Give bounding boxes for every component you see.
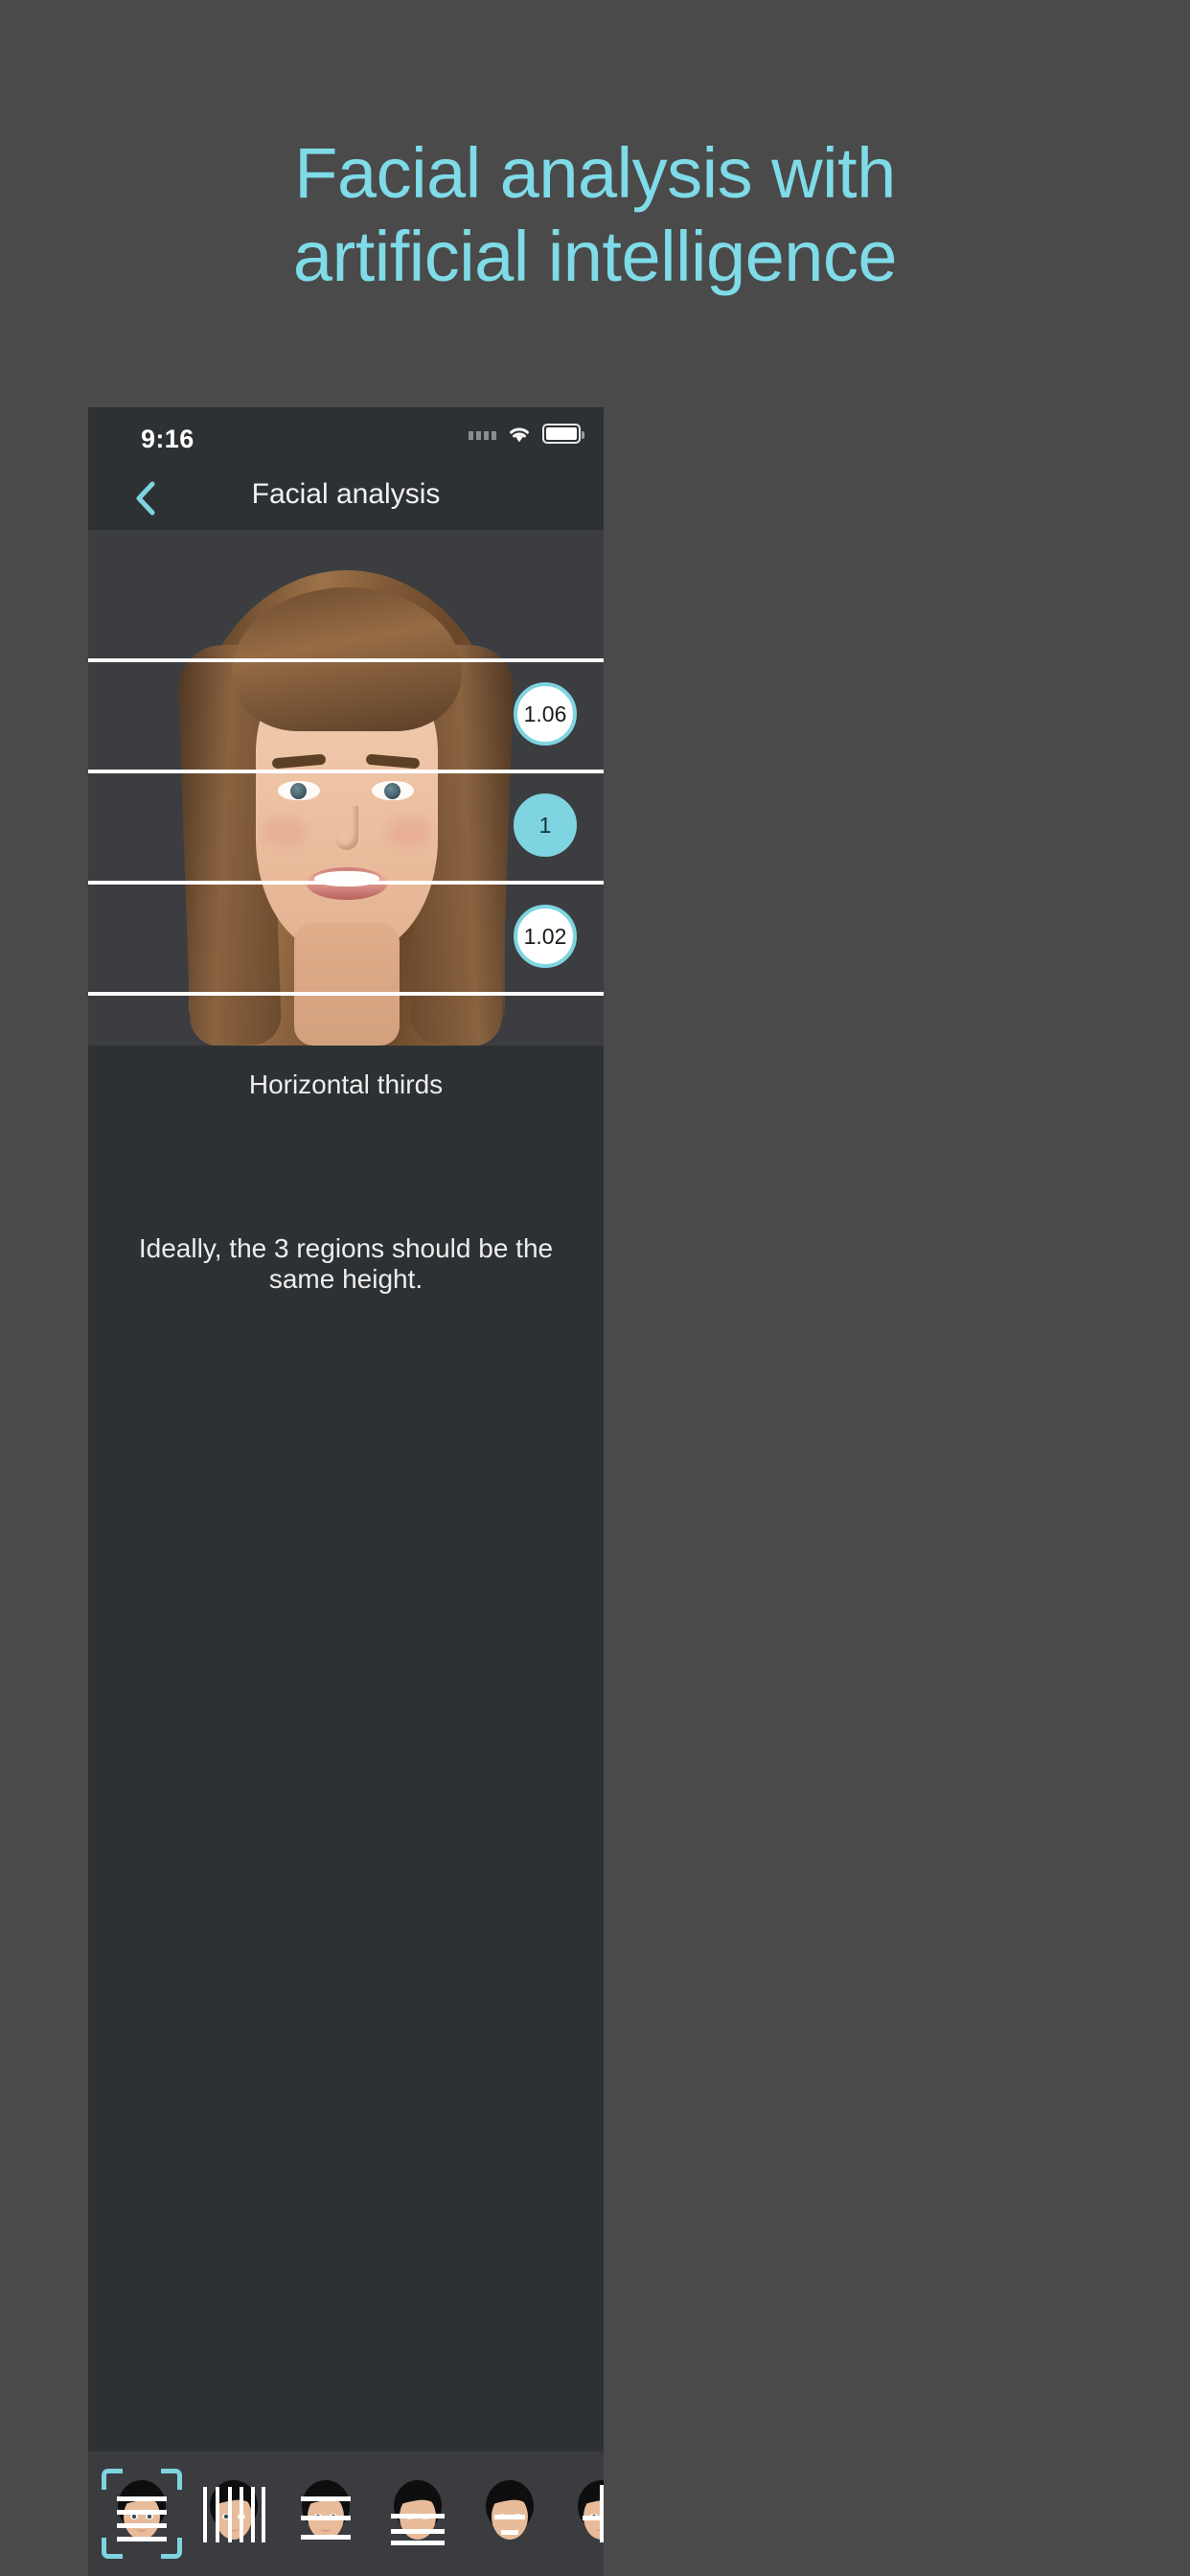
toolbar-item-horizontal-lines[interactable]: [280, 2461, 372, 2566]
face-midline-icon: [578, 2480, 604, 2542]
face-vertical-fifths-icon: [203, 2480, 265, 2542]
headline-line-1: Facial analysis with: [294, 133, 896, 213]
portrait-photo: [88, 530, 604, 1046]
wifi-icon: [510, 427, 529, 442]
selection-corner-icon: [102, 2538, 123, 2559]
guide-line-brow: [88, 770, 604, 773]
status-bar-time: 9:16: [141, 425, 195, 453]
toolbar-item-midline[interactable]: [556, 2461, 604, 2566]
selection-corner-icon: [161, 2538, 182, 2559]
toolbar-item-eye-mouth[interactable]: [464, 2461, 556, 2566]
metric-toolbar[interactable]: [88, 2451, 604, 2576]
facial-analysis-viewport[interactable]: 1.06 1 1.02: [88, 530, 604, 1046]
guide-line-chin: [88, 992, 604, 996]
face-lower-thirds-icon: [391, 2480, 445, 2545]
guide-line-hairline: [88, 658, 604, 662]
signal-dots-icon: [469, 428, 496, 440]
metric-description: Ideally, the 3 regions should be the sam…: [138, 1233, 554, 1294]
nav-bar: Facial analysis: [88, 467, 604, 530]
toolbar-item-lower-thirds[interactable]: [372, 2461, 464, 2566]
ratio-badge-lower-third[interactable]: 1.02: [514, 905, 577, 968]
info-panel: Horizontal thirds Ideally, the 3 regions…: [88, 1046, 604, 2374]
battery-icon: [542, 424, 584, 444]
metric-title: Horizontal thirds: [248, 1070, 444, 1099]
ratio-badge-upper-third[interactable]: 1.06: [514, 682, 577, 746]
face-eye-mouth-icon: [486, 2480, 534, 2540]
selection-corner-icon: [161, 2469, 182, 2490]
phone-mockup: 9:16 Facial analysis 1.06 1 1.02 Horizon…: [88, 407, 604, 2576]
selection-corner-icon: [102, 2469, 123, 2490]
headline-line-2: artificial intelligence: [292, 216, 898, 296]
ratio-badge-middle-third[interactable]: 1: [514, 794, 577, 857]
toolbar-item-vertical-fifths[interactable]: [188, 2461, 280, 2566]
status-bar-indicators: [469, 424, 584, 444]
guide-line-nose-base: [88, 881, 604, 885]
face-horizontal-lines-icon: [301, 2480, 351, 2540]
promo-headline: Facial analysis with artificial intellig…: [0, 132, 1190, 298]
page-title: Facial analysis: [251, 478, 441, 510]
status-bar: 9:16: [88, 407, 604, 467]
toolbar-item-horizontal-thirds[interactable]: [96, 2461, 188, 2566]
